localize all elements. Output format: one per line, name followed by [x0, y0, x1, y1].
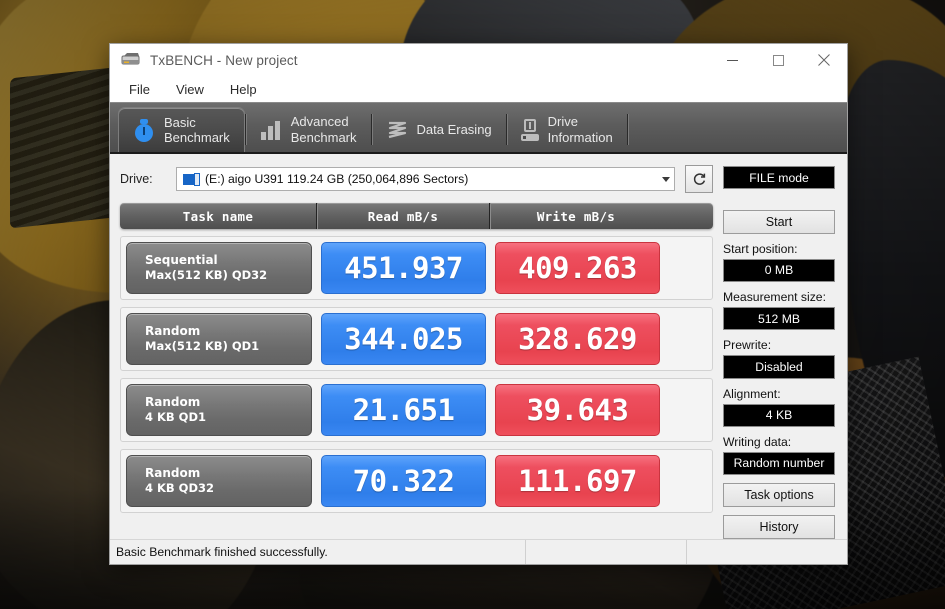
- title-bar: TxBENCH - New project: [110, 44, 847, 76]
- tab-basic-benchmark[interactable]: Basic Benchmark: [118, 107, 245, 152]
- tab-advanced-benchmark[interactable]: Advanced Benchmark: [246, 107, 371, 152]
- status-pane-2: [525, 540, 686, 564]
- stopwatch-icon: [133, 118, 155, 142]
- txbench-window: TxBENCH - New project File View Help Bas…: [110, 44, 847, 564]
- status-pane-3: [686, 540, 847, 564]
- tab-drive-information-label: Drive Information: [547, 114, 613, 145]
- status-bar: Basic Benchmark finished successfully.: [110, 539, 847, 564]
- task-options-button[interactable]: Task options: [723, 482, 835, 508]
- table-row: Sequential Max(512 KB) QD32 451.937 409.…: [120, 236, 713, 300]
- tab-data-erasing[interactable]: Data Erasing: [372, 107, 506, 152]
- tab-separator: [626, 114, 628, 145]
- write-value: 409.263: [495, 242, 660, 294]
- results-table: Task name Read mB/s Write mB/s Sequentia…: [120, 203, 713, 513]
- bar-chart-icon: [260, 120, 282, 140]
- read-value: 21.651: [321, 384, 486, 436]
- menu-item-view[interactable]: View: [173, 80, 207, 99]
- drive-row: Drive: (E:) aigo U391 119.24 GB (250,064…: [120, 165, 715, 193]
- read-value: 451.937: [321, 242, 486, 294]
- file-mode-display[interactable]: FILE mode: [723, 166, 835, 190]
- task-name-line2: Max(512 KB) QD1: [145, 339, 260, 354]
- history-button[interactable]: History: [723, 514, 835, 540]
- read-value: 70.322: [321, 455, 486, 507]
- menu-bar: File View Help: [110, 76, 847, 102]
- start-position-label: Start position:: [723, 241, 798, 256]
- measurement-size-value[interactable]: 512 MB: [723, 307, 835, 331]
- task-button[interactable]: Random Max(512 KB) QD1: [126, 313, 312, 365]
- task-button[interactable]: Random 4 KB QD1: [126, 384, 312, 436]
- refresh-button[interactable]: [685, 165, 713, 193]
- status-message: Basic Benchmark finished successfully.: [116, 545, 328, 559]
- task-name-line1: Random: [145, 395, 201, 410]
- write-value: 111.697: [495, 455, 660, 507]
- tab-basic-benchmark-label: Basic Benchmark: [164, 114, 230, 145]
- task-name-line1: Random: [145, 324, 201, 339]
- writing-data-label: Writing data:: [723, 434, 792, 449]
- read-value: 344.025: [321, 313, 486, 365]
- prewrite-value[interactable]: Disabled: [723, 355, 835, 379]
- tab-strip: Basic Benchmark Advanced Benchmark Data …: [110, 102, 847, 154]
- menu-item-file[interactable]: File: [126, 80, 153, 99]
- table-row: Random 4 KB QD32 70.322 111.697: [120, 449, 713, 513]
- drive-select-value: (E:) aigo U391 119.24 GB (250,064,896 Se…: [205, 172, 469, 186]
- drive-info-icon: [520, 118, 539, 141]
- drive-select[interactable]: (E:) aigo U391 119.24 GB (250,064,896 Se…: [176, 167, 675, 191]
- task-button[interactable]: Sequential Max(512 KB) QD32: [126, 242, 312, 294]
- table-row: Random Max(512 KB) QD1 344.025 328.629: [120, 307, 713, 371]
- close-button[interactable]: [801, 44, 847, 76]
- maximize-button[interactable]: [755, 44, 801, 76]
- table-row: Random 4 KB QD1 21.651 39.643: [120, 378, 713, 442]
- write-value: 39.643: [495, 384, 660, 436]
- task-name-line1: Sequential: [145, 253, 218, 268]
- prewrite-label: Prewrite:: [723, 338, 772, 353]
- write-value: 328.629: [495, 313, 660, 365]
- minimize-button[interactable]: [709, 44, 755, 76]
- task-name-line2: 4 KB QD1: [145, 410, 207, 425]
- main-panel: Drive: (E:) aigo U391 119.24 GB (250,064…: [110, 154, 715, 539]
- eraser-wave-icon: [386, 120, 408, 140]
- alignment-label: Alignment:: [723, 386, 781, 401]
- window-controls: [709, 44, 847, 76]
- start-button[interactable]: Start: [723, 209, 835, 234]
- measurement-size-label: Measurement size:: [723, 290, 826, 305]
- column-header-task-name: Task name: [182, 208, 254, 224]
- app-icon: [120, 51, 142, 69]
- results-header-row: Task name Read mB/s Write mB/s: [120, 203, 713, 229]
- menu-item-help[interactable]: Help: [227, 80, 260, 99]
- window-content: Drive: (E:) aigo U391 119.24 GB (250,064…: [110, 154, 847, 540]
- column-header-read: Read mB/s: [316, 203, 489, 229]
- task-name-line2: Max(512 KB) QD32: [145, 268, 268, 283]
- start-position-value[interactable]: 0 MB: [723, 258, 835, 283]
- tab-data-erasing-label: Data Erasing: [416, 121, 492, 137]
- options-sidebar: FILE mode Start Start position: 0 MB Mea…: [715, 154, 847, 540]
- chevron-down-icon: [662, 176, 670, 182]
- writing-data-value[interactable]: Random number: [723, 451, 835, 476]
- task-name-line1: Random: [145, 466, 201, 481]
- column-header-write: Write mB/s: [489, 203, 662, 229]
- refresh-icon: [693, 172, 705, 185]
- tab-advanced-benchmark-label: Advanced Benchmark: [290, 114, 357, 145]
- alignment-value[interactable]: 4 KB: [723, 403, 835, 427]
- task-button[interactable]: Random 4 KB QD32: [126, 455, 312, 507]
- task-name-line2: 4 KB QD32: [145, 481, 215, 496]
- hdd-icon: [183, 172, 200, 186]
- drive-label: Drive:: [120, 172, 153, 186]
- tab-drive-information[interactable]: Drive Information: [507, 107, 627, 152]
- window-title: TxBENCH - New project: [150, 52, 298, 68]
